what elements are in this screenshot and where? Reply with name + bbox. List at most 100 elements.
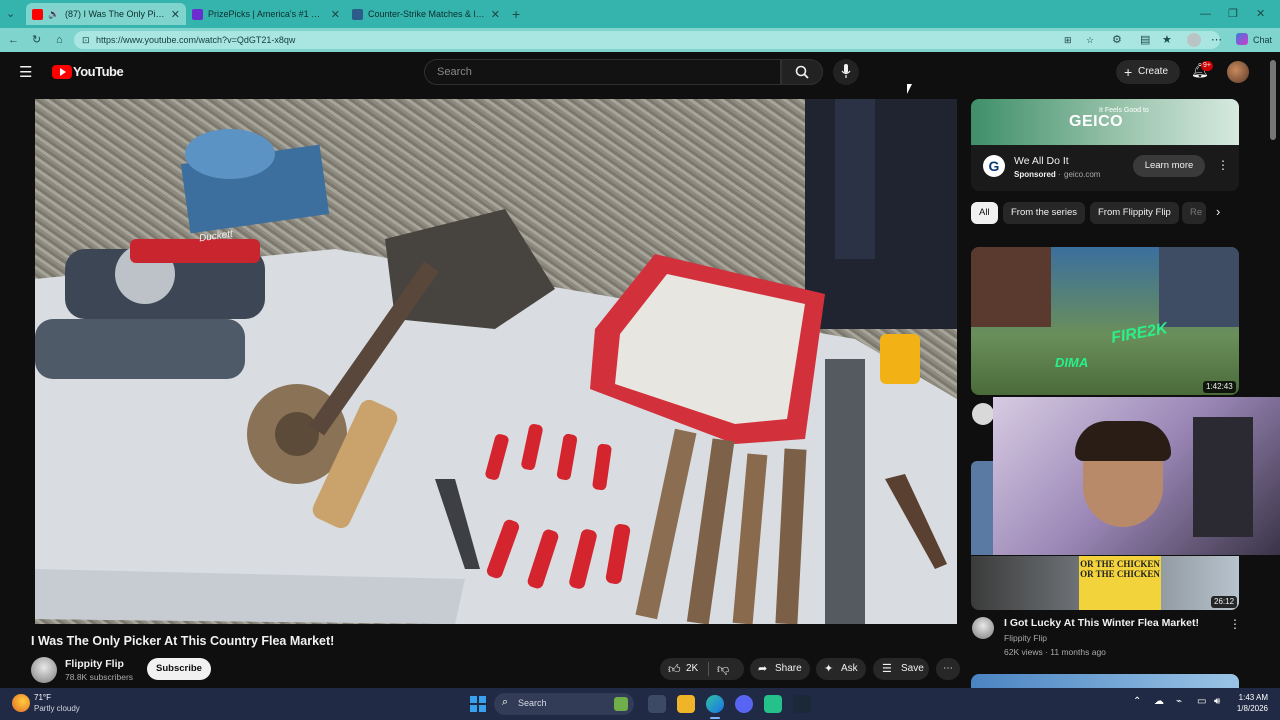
chat-label[interactable]: Chat [1253,28,1272,52]
app-icon[interactable] [764,695,782,713]
home-icon[interactable]: ⌂ [56,28,63,52]
browser-tab-bar: ⌄ 🔊 (87) I Was The Only Picker At ✕ Priz… [0,0,1280,28]
channel-name[interactable]: Flippity Flip [65,658,124,670]
save-button[interactable]: ☰ Save [873,658,929,680]
taskbar-search-box[interactable]: ⌕ Search [494,693,634,715]
sponsored-ad[interactable]: It Feels Good to GEICO G We All Do It Sp… [971,99,1239,191]
volume-icon[interactable]: 🔊︎ [1214,696,1220,707]
display-icon[interactable]: ▭ [1197,696,1206,707]
youtube-logo-text[interactable]: YouTube [73,64,124,79]
weather-description[interactable]: Partly cloudy [34,704,80,713]
sidebar-thumbnail-3[interactable] [971,674,1239,688]
search-button[interactable] [781,59,823,85]
cloud-icon[interactable]: ☁ [1154,696,1164,707]
thumbnail-overlay-text: DIMA [1055,355,1089,370]
close-tab-icon[interactable]: ✕ [491,8,500,21]
tab-counter-strike[interactable]: Counter-Strike Matches & livescor ✕ [346,3,506,25]
channel-avatar[interactable] [972,403,994,425]
translate-icon[interactable]: ⊞ [1064,31,1072,49]
like-count[interactable]: 2K [686,658,698,680]
youtube-logo-icon[interactable] [52,65,72,79]
maximize-icon[interactable]: ❐ [1228,2,1238,26]
address-bar-row: ← ↻ ⌂ ⊡ https://www.youtube.com/watch?v=… [0,28,1280,52]
channel-avatar[interactable] [972,617,994,639]
menu-hamburger-icon[interactable]: ☰ [19,63,32,81]
show-hidden-icons-icon[interactable]: ⌃ [1133,696,1141,707]
create-button[interactable]: + Create [1116,60,1180,84]
refresh-icon[interactable]: ↻ [32,28,41,52]
network-icon[interactable]: ⌁ [1176,696,1182,707]
notification-badge: 9+ [1201,61,1213,71]
thumbs-down-icon[interactable]: 👎︎ [717,658,729,680]
ask-button[interactable]: ✦ Ask [816,658,866,680]
favorite-star-icon[interactable]: ☆ [1086,31,1094,49]
discord-icon[interactable] [735,695,753,713]
site-info-icon[interactable]: ⊡ [82,31,90,49]
search-input[interactable]: Search [424,59,781,85]
subscriber-count: 78.8K subscribers [65,672,134,682]
voice-search-button[interactable] [833,59,859,85]
thumbs-up-icon[interactable]: 👍︎ [668,658,681,680]
tab-youtube[interactable]: 🔊 (87) I Was The Only Picker At ✕ [26,3,186,25]
page-scrollbar[interactable] [1270,60,1276,140]
ad-title: We All Do It [1014,155,1069,167]
microphone-icon [841,64,851,78]
file-explorer-icon[interactable] [677,695,695,713]
youtube-favicon-icon [32,8,43,20]
close-tab-icon[interactable]: ✕ [171,8,180,21]
prizepicks-favicon-icon [192,8,203,20]
profile-avatar[interactable] [1187,33,1201,47]
weather-temp[interactable]: 71°F [34,693,51,702]
url-field[interactable]: ⊡ https://www.youtube.com/watch?v=QdGT21… [74,31,1220,49]
close-window-icon[interactable]: ✕ [1256,2,1265,26]
active-app-indicator [710,717,720,719]
ad-banner[interactable]: It Feels Good to GEICO [971,99,1239,145]
like-dislike-group: 👍︎ 2K 👎︎ [660,658,744,680]
copilot-icon[interactable] [1236,33,1248,45]
new-tab-icon[interactable]: + [512,2,520,26]
share-button[interactable]: ➦ Share [750,658,810,680]
favorites-icon[interactable]: ★ [1162,28,1172,52]
more-actions-icon[interactable]: ⋯ [936,658,960,680]
chevron-right-icon[interactable]: › [1216,204,1220,219]
steam-icon[interactable] [793,695,811,713]
search-icon [795,65,809,79]
windows-start-icon[interactable] [470,696,486,712]
ad-menu-icon[interactable]: ⋮ [1217,158,1229,172]
video-player[interactable]: Duckett [35,99,957,624]
sidebar-video-channel[interactable]: Flippity Flip [1004,633,1047,643]
video-menu-icon[interactable]: ⋮ [1229,617,1241,631]
chip-all[interactable]: All [971,202,998,224]
sidebar-video-title[interactable]: I Got Lucky At This Winter Flea Market! [1004,617,1199,629]
tab-prizepicks[interactable]: PrizePicks | America's #1 Fantasy S ✕ [186,3,346,25]
clock-date[interactable]: 1/8/2026 [1230,704,1268,713]
learn-more-button[interactable]: Learn more [1133,155,1205,177]
sidebar-thumbnail-2[interactable]: OR THE CHICKEN OR THE CHICKEN 26:12 [971,556,1239,610]
streamer-cam-left [971,247,1051,327]
sparkle-icon: ✦ [824,663,834,675]
sidebar-thumbnail-partial[interactable] [971,461,993,555]
thumbnail-overlay-text: FIRE2K [1109,320,1169,347]
tab-actions-chevron-icon[interactable]: ⌄ [6,2,15,26]
sidebar-thumbnail-1[interactable]: FIRE2K DIMA 1:42:43 [971,247,1239,395]
clock-time[interactable]: 1:43 AM [1236,693,1268,702]
weather-icon[interactable] [12,694,30,712]
speaker-icon[interactable]: 🔊 [48,9,60,20]
chip-truncated[interactable]: Re [1182,202,1206,224]
collections-icon[interactable]: ▤ [1140,28,1150,52]
account-avatar[interactable] [1227,61,1249,83]
extensions-icon[interactable]: ⚙ [1112,28,1122,52]
duration-badge: 26:12 [1211,596,1238,608]
minimize-icon[interactable]: — [1200,2,1211,26]
chip-from-flippity-flip[interactable]: From Flippity Flip [1090,202,1179,224]
edge-browser-icon[interactable] [706,695,724,713]
close-tab-icon[interactable]: ✕ [331,8,340,21]
subscribe-button[interactable]: Subscribe [147,658,211,680]
chip-from-the-series[interactable]: From the series [1003,202,1085,224]
back-icon[interactable]: ← [8,28,19,52]
search-highlight-icon [614,697,628,711]
channel-avatar[interactable] [31,657,57,683]
taskbar-search-label: Search [518,698,547,708]
more-menu-icon[interactable]: ⋯ [1211,28,1222,52]
task-view-icon[interactable] [648,695,666,713]
